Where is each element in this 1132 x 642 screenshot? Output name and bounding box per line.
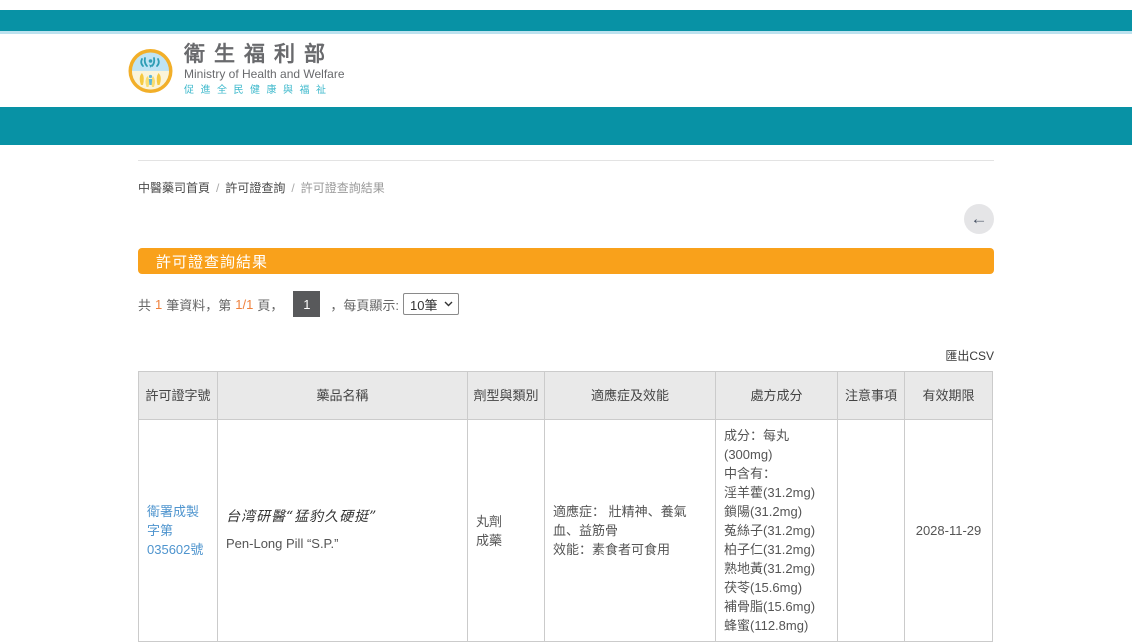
drug-name-english: Pen-Long Pill “S.P.”	[226, 534, 459, 553]
license-number-link[interactable]: 衛署成製字第035602號	[147, 502, 209, 559]
back-arrow-icon: ←	[971, 210, 988, 227]
main-nav-bar	[0, 107, 1132, 145]
pagination-bar: 共 1 筆資料，第 1/1 頁， 1 ，每頁顯示: 10筆	[138, 291, 994, 317]
back-button-row: ←	[138, 204, 994, 234]
breadcrumb-home-link[interactable]: 中醫藥司首頁	[138, 181, 210, 195]
page-title: 許可證查詢結果	[156, 251, 268, 272]
breadcrumb-separator: /	[291, 181, 294, 195]
pagination-page-1-button[interactable]: 1	[293, 291, 320, 317]
top-whitespace	[0, 0, 1132, 10]
top-teal-bar	[0, 10, 1132, 31]
cell-drug-name: 台湾研醫“猛豹久硬挺” Pen-Long Pill “S.P.”	[218, 420, 468, 642]
pagination-total-suffix: 筆資料，第	[166, 295, 231, 314]
pagination-page-fraction: 1/1	[235, 297, 253, 312]
pagination-total-count: 1	[155, 297, 162, 312]
logo-text-block: 衛生福利部 Ministry of Health and Welfare 促進全…	[184, 44, 345, 97]
logo-subtitle: Ministry of Health and Welfare	[184, 67, 345, 82]
table-row: 衛署成製字第035602號 台湾研醫“猛豹久硬挺” Pen-Long Pill …	[139, 420, 993, 642]
cell-license-no: 衛署成製字第035602號	[139, 420, 218, 642]
pagination-total-prefix: 共	[138, 295, 151, 314]
moh-logo-link[interactable]: 衛生福利部 Ministry of Health and Welfare 促進全…	[128, 44, 345, 97]
logo-title: 衛生福利部	[184, 44, 345, 66]
col-header-expiry: 有效期限	[905, 372, 993, 420]
content-container: 中醫藥司首頁 / 許可證查詢 / 許可證查詢結果 ← 許可證查詢結果 共 1 筆資料，第…	[138, 160, 994, 642]
cell-expiry-date: 2028-11-29	[905, 420, 993, 642]
export-row: 匯出CSV	[138, 347, 994, 365]
site-header: 衛生福利部 Ministry of Health and Welfare 促進全…	[0, 34, 1132, 107]
per-page-label: ，每頁顯示:	[330, 295, 399, 314]
cell-precautions	[838, 420, 905, 642]
export-csv-link[interactable]: 匯出CSV	[945, 349, 994, 363]
moh-emblem-icon	[128, 48, 173, 94]
table-header-row: 許可證字號 藥品名稱 劑型與類別 適應症及效能 處方成分 注意事項 有效期限	[139, 372, 993, 420]
back-button[interactable]: ←	[964, 204, 994, 234]
col-header-indications: 適應症及效能	[545, 372, 716, 420]
pagination-page-suffix: 頁，	[257, 295, 283, 314]
cell-indications: 適應症： 壯精神、養氣血、益筋骨 效能：素食者可食用	[545, 420, 716, 642]
per-page-selected-value: 10筆	[410, 295, 437, 314]
per-page-select[interactable]: 10筆	[403, 293, 459, 315]
breadcrumb: 中醫藥司首頁 / 許可證查詢 / 許可證查詢結果	[138, 179, 994, 196]
license-result-table: 許可證字號 藥品名稱 劑型與類別 適應症及效能 處方成分 注意事項 有效期限 衛…	[138, 371, 993, 642]
logo-slogan: 促進全民健康與福祉	[184, 84, 345, 97]
chevron-down-icon	[444, 301, 453, 307]
page-title-bar: 許可證查詢結果	[138, 248, 994, 274]
col-header-dosage-form: 劑型與類別	[468, 372, 545, 420]
breadcrumb-license-query-link[interactable]: 許可證查詢	[225, 181, 285, 195]
drug-name-chinese: 台湾研醫“猛豹久硬挺”	[226, 508, 459, 527]
breadcrumb-separator: /	[216, 181, 219, 195]
breadcrumb-current-page: 許可證查詢結果	[301, 181, 385, 195]
col-header-ingredients: 處方成分	[716, 372, 838, 420]
cell-ingredients: 成分：每丸(300mg) 中含有： 淫羊藿(31.2mg) 鎖陽(31.2mg)…	[716, 420, 838, 642]
header-divider	[138, 160, 994, 161]
col-header-precautions: 注意事項	[838, 372, 905, 420]
col-header-drug-name: 藥品名稱	[218, 372, 468, 420]
cell-dosage-form: 丸劑 成藥	[468, 420, 545, 642]
col-header-license-no: 許可證字號	[139, 372, 218, 420]
